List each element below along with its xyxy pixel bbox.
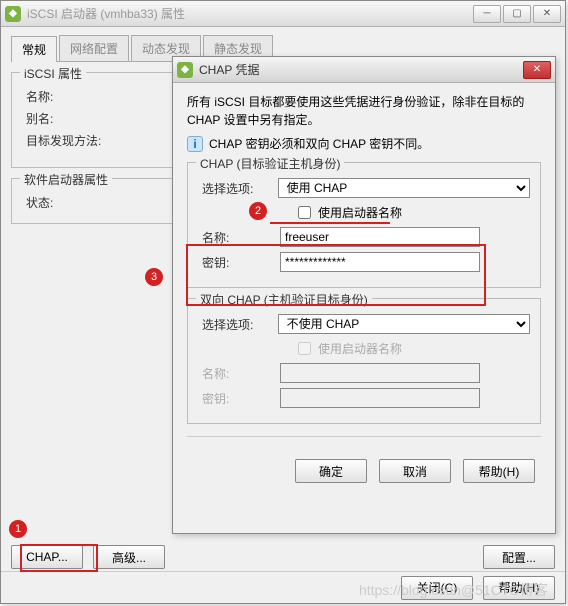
mutual-name-input [280,363,480,383]
advanced-button[interactable]: 高级... [93,545,165,569]
cancel-button[interactable]: 取消 [379,459,451,483]
mutual-select[interactable]: 不使用 CHAP [278,314,530,334]
label-status: 状态: [26,194,104,211]
separator [187,436,541,437]
dialog-title: CHAP 凭据 [199,61,523,78]
chap-credentials-dialog: ◆ CHAP 凭据 ✕ 所有 iSCSI 目标都要使用这些凭据进行身份验证，除非… [172,56,556,534]
dialog-close-button[interactable]: ✕ [523,61,551,79]
mutual-use-initiator-checkbox: 使用启动器名称 [294,339,402,358]
group-chap-legend: CHAP (目标验证主机身份) [196,155,344,172]
group-mutual-legend: 双向 CHAP (主机验证目标身份) [196,291,372,308]
maximize-button[interactable]: ▢ [503,5,531,23]
label-mutual-select: 选择选项: [202,316,278,333]
close-main-button[interactable]: 关闭(C) [401,576,473,600]
label-mutual-name: 名称: [202,365,280,382]
hint-text: CHAP 密钥必须和双向 CHAP 密钥不同。 [209,135,429,152]
label-alias: 别名: [26,110,104,127]
label-chap-secret: 密钥: [202,254,280,271]
use-initiator-checkbox[interactable]: 使用启动器名称 [294,203,402,222]
minimize-button[interactable]: ─ [473,5,501,23]
help-main-button[interactable]: 帮助(H) [483,576,555,600]
mutual-use-initiator-label: 使用启动器名称 [318,340,402,357]
mutual-secret-input [280,388,480,408]
label-mutual-secret: 密钥: [202,390,280,407]
tab-general[interactable]: 常规 [11,36,57,62]
dialog-help-button[interactable]: 帮助(H) [463,459,535,483]
app-icon: ◆ [177,62,193,78]
footer: 关闭(C) 帮助(H) [1,571,565,603]
chap-secret-input[interactable] [280,252,480,272]
use-initiator-input[interactable] [298,206,311,219]
chap-select[interactable]: 使用 CHAP [278,178,530,198]
label-name: 名称: [26,88,104,105]
dialog-titlebar[interactable]: ◆ CHAP 凭据 ✕ [173,57,555,83]
group-software-legend: 软件启动器属性 [20,171,112,188]
chap-name-input[interactable] [280,227,480,247]
titlebar[interactable]: ◆ iSCSI 启动器 (vmhba33) 属性 ─ ▢ ✕ [1,1,565,27]
group-mutual-chap: 双向 CHAP (主机验证目标身份) 选择选项: 不使用 CHAP 使用启动器名… [187,298,541,424]
label-select-option: 选择选项: [202,180,278,197]
label-chap-name: 名称: [202,229,280,246]
group-iscsi-legend: iSCSI 属性 [20,65,86,82]
app-icon: ◆ [5,6,21,22]
tab-network[interactable]: 网络配置 [59,35,129,61]
use-initiator-label: 使用启动器名称 [318,204,402,221]
mutual-use-initiator-input [298,342,311,355]
window-title: iSCSI 启动器 (vmhba33) 属性 [27,5,473,22]
configure-button[interactable]: 配置... [483,545,555,569]
chap-button[interactable]: CHAP... [11,545,83,569]
intro-text: 所有 iSCSI 目标都要使用这些凭据进行身份验证，除非在目标的 CHAP 设置… [187,93,541,129]
label-discovery: 目标发现方法: [26,132,136,149]
info-icon: i [187,136,203,152]
group-chap: CHAP (目标验证主机身份) 选择选项: 使用 CHAP 使用启动器名称 名称… [187,162,541,288]
close-button[interactable]: ✕ [533,5,561,23]
ok-button[interactable]: 确定 [295,459,367,483]
